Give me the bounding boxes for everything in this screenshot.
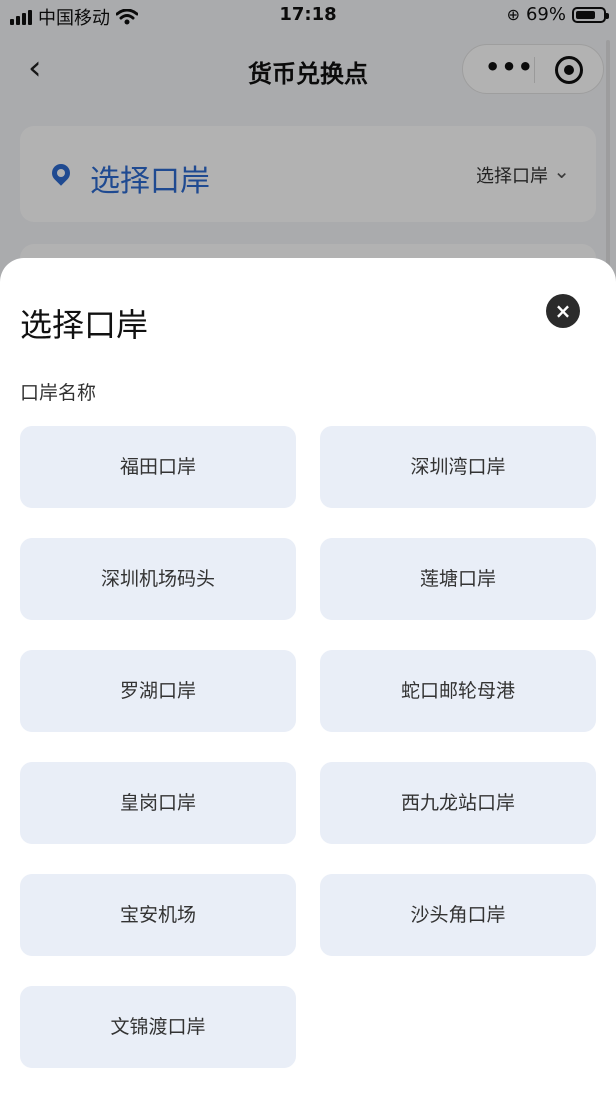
port-option[interactable]: 莲塘口岸: [320, 538, 596, 620]
section-label: 口岸名称: [20, 382, 97, 404]
port-option[interactable]: 福田口岸: [20, 426, 296, 508]
port-option[interactable]: 深圳湾口岸: [320, 426, 596, 508]
port-option[interactable]: 蛇口邮轮母港: [320, 650, 596, 732]
close-button[interactable]: ×: [546, 294, 580, 328]
port-option[interactable]: 文锦渡口岸: [20, 986, 296, 1068]
port-picker-sheet: 选择口岸 × 口岸名称 福田口岸 深圳湾口岸 深圳机场码头 莲塘口岸 罗湖口岸 …: [0, 258, 616, 1096]
sheet-title: 选择口岸: [20, 306, 149, 344]
port-option[interactable]: 皇岗口岸: [20, 762, 296, 844]
port-option[interactable]: 深圳机场码头: [20, 538, 296, 620]
port-option[interactable]: 沙头角口岸: [320, 874, 596, 956]
port-option[interactable]: 罗湖口岸: [20, 650, 296, 732]
port-option[interactable]: 宝安机场: [20, 874, 296, 956]
port-option[interactable]: 西九龙站口岸: [320, 762, 596, 844]
